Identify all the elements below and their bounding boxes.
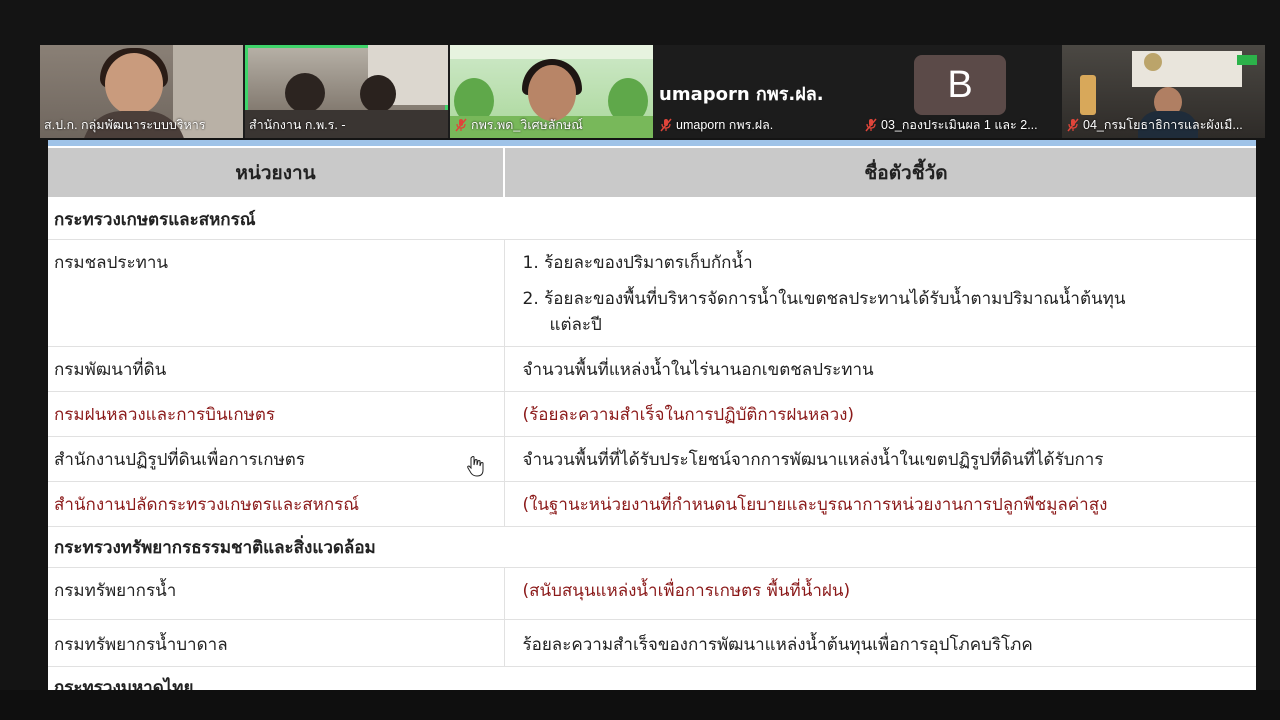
participant-name: ส.ป.ก. กลุ่มพัฒนาระบบบริหาร: [44, 115, 206, 135]
mic-off-icon: [455, 118, 467, 132]
participant-name: umaporn กพร.ฝล.: [659, 115, 773, 135]
indicator-cell: จำนวนพื้นที่ที่ได้รับประโยชน์จากการพัฒนา…: [504, 436, 1256, 482]
table-row: สำนักงานปลัดกระทรวงเกษตรและสหกรณ์ (ในฐาน…: [48, 481, 1256, 527]
indicator-cell: ร้อยละความสำเร็จของการพัฒนาแหล่งน้ำต้นทุ…: [504, 619, 1256, 667]
indicator-cell: (ร้อยละความสำเร็จในการปฏิบัติการฝนหลวง): [504, 391, 1256, 437]
participant-tile-4[interactable]: umaporn กพร.ฝล. umaporn กพร.ฝล.: [655, 45, 858, 138]
agency-cell: สำนักงานปลัดกระทรวงเกษตรและสหกรณ์: [48, 481, 505, 527]
agency-cell: สำนักงานปฏิรูปที่ดินเพื่อการเกษตร: [48, 436, 505, 482]
indicator-text-continued: แต่ละปี: [549, 315, 602, 335]
exit-sign: [1237, 55, 1257, 65]
bottom-bar: [0, 690, 1280, 720]
indicator-item: 2. ร้อยละของพื้นที่บริหารจัดการน้ำในเขตช…: [523, 286, 1257, 338]
table-row: กรมพัฒนาที่ดิน จำนวนพื้นที่แหล่งน้ำในไร่…: [48, 346, 1256, 392]
shared-screen: หน่วยงาน ชื่อตัวชี้วัด กระทรวงเกษตรและสห…: [48, 140, 1256, 690]
participant-tile-3[interactable]: กพร.พด_วิเศษลักษณ์: [450, 45, 653, 138]
slide-accent-line: [48, 140, 1256, 146]
table-header-row: หน่วยงาน ชื่อตัวชี้วัด: [48, 148, 1256, 199]
indicator-number: 1.: [522, 253, 539, 273]
table-row: กรมทรัพยากรน้ำบาดาล ร้อยละความสำเร็จของก…: [48, 619, 1256, 667]
ministry-name: กระทรวงเกษตรและสหกรณ์: [48, 198, 1256, 240]
participant-video-person: [285, 73, 325, 113]
background-lamp: [1080, 75, 1096, 115]
table-row: กรมฝนหลวงและการบินเกษตร (ร้อยละความสำเร็…: [48, 391, 1256, 437]
agency-cell: กรมทรัพยากรน้ำบาดาล: [48, 619, 505, 667]
indicator-number: 2.: [522, 289, 539, 309]
mic-off-icon: [1067, 118, 1079, 132]
virtual-background-banner: [450, 45, 653, 59]
participant-name-text: ส.ป.ก. กลุ่มพัฒนาระบบบริหาร: [44, 118, 206, 132]
indicator-item: 1. ร้อยละของปริมาตรเก็บกักน้ำ: [523, 250, 1257, 276]
agency-cell: กรมชลประทาน: [48, 239, 505, 347]
indicator-table: หน่วยงาน ชื่อตัวชี้วัด กระทรวงเกษตรและสห…: [48, 148, 1256, 690]
participant-video-person: [360, 75, 396, 113]
participant-tile-1[interactable]: ส.ป.ก. กลุ่มพัฒนาระบบบริหาร: [40, 45, 243, 138]
participant-tile-6[interactable]: 04_กรมโยธาธิการและผังเมื...: [1062, 45, 1265, 138]
column-header-indicator: ชื่อตัวชี้วัด: [504, 148, 1256, 199]
participant-name: 03_กองประเมินผล 1 และ 2...: [864, 115, 1038, 135]
participant-name: สำนักงาน ก.พ.ร. -: [249, 115, 345, 135]
participant-tile-2[interactable]: สำนักงาน ก.พ.ร. -: [245, 45, 448, 138]
table-row: สำนักงานปฏิรูปที่ดินเพื่อการเกษตร จำนวนพ…: [48, 436, 1256, 482]
participant-name-text: umaporn กพร.ฝล.: [676, 118, 774, 132]
table-row: กรมชลประทาน 1. ร้อยละของปริมาตรเก็บกักน้…: [48, 239, 1257, 347]
ministry-name: กระทรวงทรัพยากรธรรมชาติและสิ่งแวดล้อม: [48, 526, 1256, 568]
participant-display-name: umaporn กพร.ฝล.: [659, 84, 824, 105]
agency-cell: กรมฝนหลวงและการบินเกษตร: [48, 391, 505, 437]
agency-cell: กรมพัฒนาที่ดิน: [48, 346, 505, 392]
indicator-cell: จำนวนพื้นที่แหล่งน้ำในไร่นานอกเขตชลประทา…: [504, 346, 1256, 392]
column-header-agency: หน่วยงาน: [48, 148, 505, 199]
participant-tile-5[interactable]: B 03_กองประเมินผล 1 และ 2...: [860, 45, 1063, 138]
participant-name-text: สำนักงาน ก.พ.ร. -: [249, 118, 346, 132]
table-row: กรมทรัพยากรน้ำ (สนับสนุนแหล่งน้ำเพื่อการ…: [48, 567, 1256, 620]
participant-name-text: กพร.พด_วิเศษลักษณ์: [471, 118, 583, 132]
hand-cursor-icon: [467, 456, 484, 477]
indicator-text: ร้อยละของปริมาตรเก็บกักน้ำ: [544, 253, 753, 273]
mic-off-icon: [865, 118, 877, 132]
participant-name-text: 03_กองประเมินผล 1 และ 2...: [881, 118, 1038, 132]
participant-name: 04_กรมโยธาธิการและผังเมื...: [1066, 115, 1243, 135]
participant-name: กพร.พด_วิเศษลักษณ์: [454, 115, 583, 135]
indicator-cell: (ในฐานะหน่วยงานที่กำหนดนโยบายและบูรณาการ…: [504, 481, 1256, 527]
mic-off-icon: [660, 118, 672, 132]
participant-name-text: 04_กรมโยธาธิการและผังเมื...: [1083, 118, 1243, 132]
ministry-row: กระทรวงเกษตรและสหกรณ์: [48, 198, 1256, 240]
indicator-cell: (สนับสนุนแหล่งน้ำเพื่อการเกษตร พื้นที่น้…: [504, 567, 1256, 620]
ministry-row: กระทรวงมหาดไทย: [48, 666, 1256, 690]
indicator-text: ร้อยละของพื้นที่บริหารจัดการน้ำในเขตชลปร…: [544, 289, 1126, 309]
indicator-cell: 1. ร้อยละของปริมาตรเก็บกักน้ำ 2. ร้อยละข…: [504, 239, 1257, 347]
ministry-row: กระทรวงทรัพยากรธรรมชาติและสิ่งแวดล้อม: [48, 526, 1256, 568]
participant-video-face: [105, 53, 163, 115]
participant-strip: ส.ป.ก. กลุ่มพัฒนาระบบบริหาร สำนักงาน ก.พ…: [40, 45, 1265, 138]
avatar: B: [914, 55, 1006, 115]
ministry-name: กระทรวงมหาดไทย: [48, 666, 1256, 690]
participant-video-face: [528, 65, 576, 121]
agency-cell: กรมทรัพยากรน้ำ: [48, 567, 505, 620]
emblem-logo: [1144, 53, 1162, 71]
